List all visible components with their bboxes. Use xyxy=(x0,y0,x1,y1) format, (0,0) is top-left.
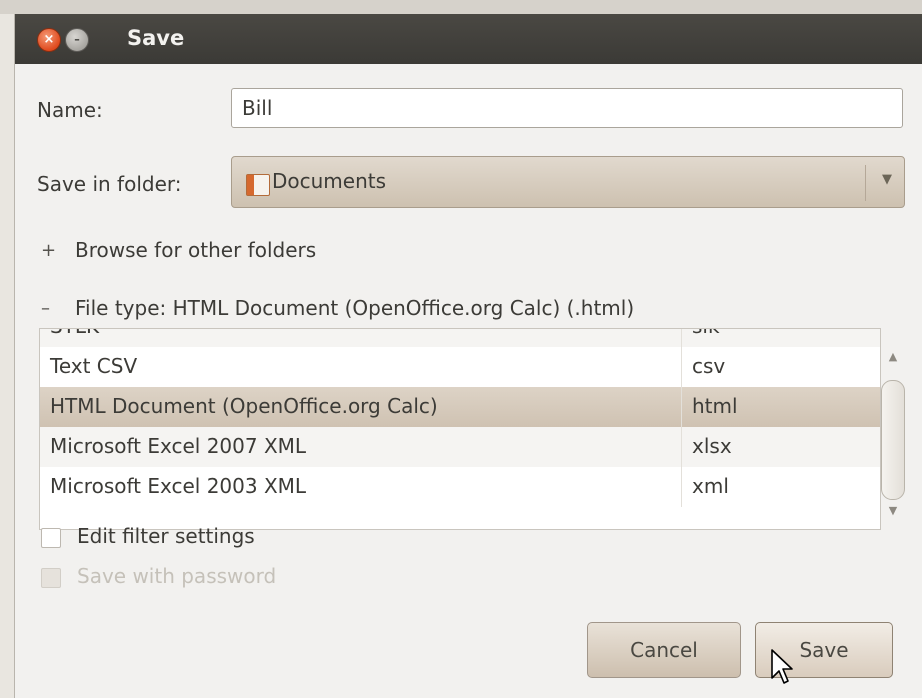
list-item-selected[interactable]: HTML Document (OpenOffice.org Calc) html xyxy=(40,387,880,427)
filetype-name: HTML Document (OpenOffice.org Calc) xyxy=(50,394,438,418)
column-divider xyxy=(681,329,682,347)
filetype-name: Text CSV xyxy=(50,354,138,378)
titlebar[interactable]: × – Save xyxy=(15,14,922,64)
name-label: Name: xyxy=(37,98,103,122)
window-title: Save xyxy=(127,26,185,50)
scroll-down-arrow-icon[interactable]: ▼ xyxy=(881,504,905,517)
filetype-name: SYLK xyxy=(50,329,99,338)
close-window-button[interactable]: × xyxy=(37,28,61,52)
folder-value: Documents xyxy=(272,169,387,193)
folder-combo[interactable]: Documents ▼ xyxy=(231,156,905,208)
desktop-background xyxy=(0,0,922,14)
list-item[interactable]: Text CSV csv xyxy=(40,347,880,387)
mouse-pointer-icon xyxy=(771,649,793,684)
edit-filter-label[interactable]: Edit filter settings xyxy=(77,524,255,548)
filetype-list[interactable]: SYLK slk Text CSV csv HTML Document (Ope… xyxy=(39,328,881,530)
filetype-ext: html xyxy=(692,394,738,418)
filetype-name: Microsoft Excel 2007 XML xyxy=(50,434,307,458)
list-item[interactable]: Microsoft Excel 2003 XML xml xyxy=(40,467,880,507)
minimize-icon: – xyxy=(74,33,80,46)
close-icon: × xyxy=(43,32,55,47)
column-divider xyxy=(681,427,682,467)
scroll-up-arrow-icon[interactable]: ▲ xyxy=(881,350,905,363)
list-item[interactable]: SYLK slk xyxy=(40,329,880,347)
list-scrollbar[interactable]: ▲ ▼ xyxy=(881,344,905,524)
browse-folders-expander[interactable]: Browse for other folders xyxy=(75,238,316,262)
save-password-label: Save with password xyxy=(77,564,277,588)
column-divider xyxy=(681,347,682,387)
edit-filter-checkbox[interactable] xyxy=(41,528,61,548)
browse-expander-icon[interactable]: + xyxy=(41,240,56,261)
filetype-expander-icon[interactable]: – xyxy=(41,298,50,319)
minimize-window-button[interactable]: – xyxy=(65,28,89,52)
save-dialog: × – Save Name: Save in folder: Documents… xyxy=(14,14,922,698)
folder-label: Save in folder: xyxy=(37,172,182,196)
cancel-button[interactable]: Cancel xyxy=(587,622,741,678)
dropdown-arrow-icon: ▼ xyxy=(882,172,892,187)
column-divider xyxy=(681,467,682,507)
combo-separator xyxy=(865,165,866,201)
filetype-ext: xlsx xyxy=(692,434,732,458)
list-item[interactable]: Microsoft Excel 2007 XML xlsx xyxy=(40,427,880,467)
scrollbar-thumb[interactable] xyxy=(881,380,905,500)
column-divider xyxy=(681,387,682,427)
filetype-expander[interactable]: File type: HTML Document (OpenOffice.org… xyxy=(75,296,634,320)
save-password-checkbox xyxy=(41,568,61,588)
filetype-ext: slk xyxy=(692,329,720,338)
documents-folder-icon xyxy=(246,174,270,196)
filetype-ext: csv xyxy=(692,354,726,378)
filetype-ext: xml xyxy=(692,474,729,498)
filetype-name: Microsoft Excel 2003 XML xyxy=(50,474,307,498)
name-input[interactable] xyxy=(231,88,903,128)
